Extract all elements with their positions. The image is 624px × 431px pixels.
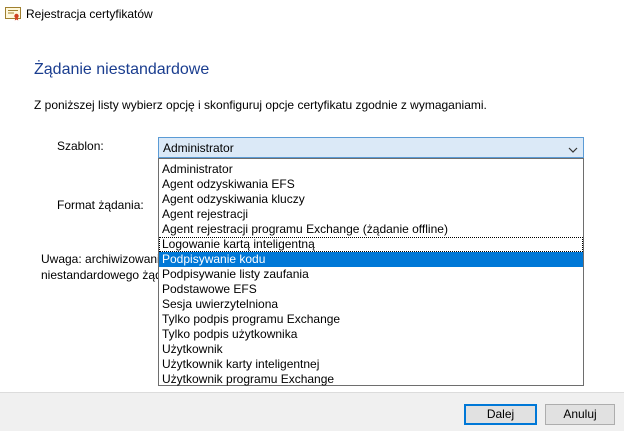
template-option-highlighted[interactable]: Podpisywanie kodu bbox=[159, 252, 583, 267]
template-option[interactable]: Agent odzyskiwania kluczy bbox=[159, 192, 583, 207]
request-format-label: Format żądania: bbox=[57, 198, 144, 212]
window-title: Rejestracja certyfikatów bbox=[26, 7, 153, 21]
cancel-button[interactable]: Anuluj bbox=[545, 404, 615, 425]
certificate-icon bbox=[5, 7, 21, 21]
template-option[interactable]: Agent rejestracji programu Exchange (żąd… bbox=[159, 222, 583, 237]
note-line-1: Uwaga: archiwizowani bbox=[41, 252, 159, 266]
template-option[interactable]: Logowanie kartą inteligentną bbox=[159, 237, 583, 252]
template-option[interactable]: Użytkownik bbox=[159, 342, 583, 357]
template-select-value: Administrator bbox=[163, 141, 234, 155]
template-option[interactable]: Agent rejestracji bbox=[159, 207, 583, 222]
template-option[interactable]: Podstawowe EFS bbox=[159, 282, 583, 297]
intro-text: Z poniższej listy wybierz opcję i skonfi… bbox=[34, 98, 487, 112]
dialog-footer: Dalej Anuluj bbox=[0, 392, 624, 431]
template-option[interactable]: Sesja uwierzytelniona bbox=[159, 297, 583, 312]
note-text: Uwaga: archiwizowani niestandardowego żą… bbox=[41, 251, 159, 283]
template-option[interactable]: Agent odzyskiwania EFS bbox=[159, 177, 583, 192]
template-option[interactable]: Podpisywanie listy zaufania bbox=[159, 267, 583, 282]
page-heading: Żądanie niestandardowe bbox=[34, 61, 210, 78]
note-line-2: niestandardowego żąd bbox=[41, 268, 159, 282]
title-bar: Rejestracja certyfikatów bbox=[0, 0, 624, 28]
template-option[interactable]: Administrator bbox=[159, 162, 583, 177]
template-option[interactable]: Tylko podpis programu Exchange bbox=[159, 312, 583, 327]
template-option[interactable]: Użytkownik karty inteligentnej bbox=[159, 357, 583, 372]
template-dropdown-list[interactable]: Administrator Agent odzyskiwania EFS Age… bbox=[158, 158, 584, 386]
chevron-down-icon[interactable] bbox=[568, 143, 578, 153]
next-button[interactable]: Dalej bbox=[464, 404, 537, 425]
template-option[interactable]: Użytkownik programu Exchange bbox=[159, 372, 583, 387]
template-label: Szablon: bbox=[57, 139, 104, 153]
template-select[interactable]: Administrator bbox=[158, 137, 584, 158]
template-option[interactable]: Tylko podpis użytkownika bbox=[159, 327, 583, 342]
